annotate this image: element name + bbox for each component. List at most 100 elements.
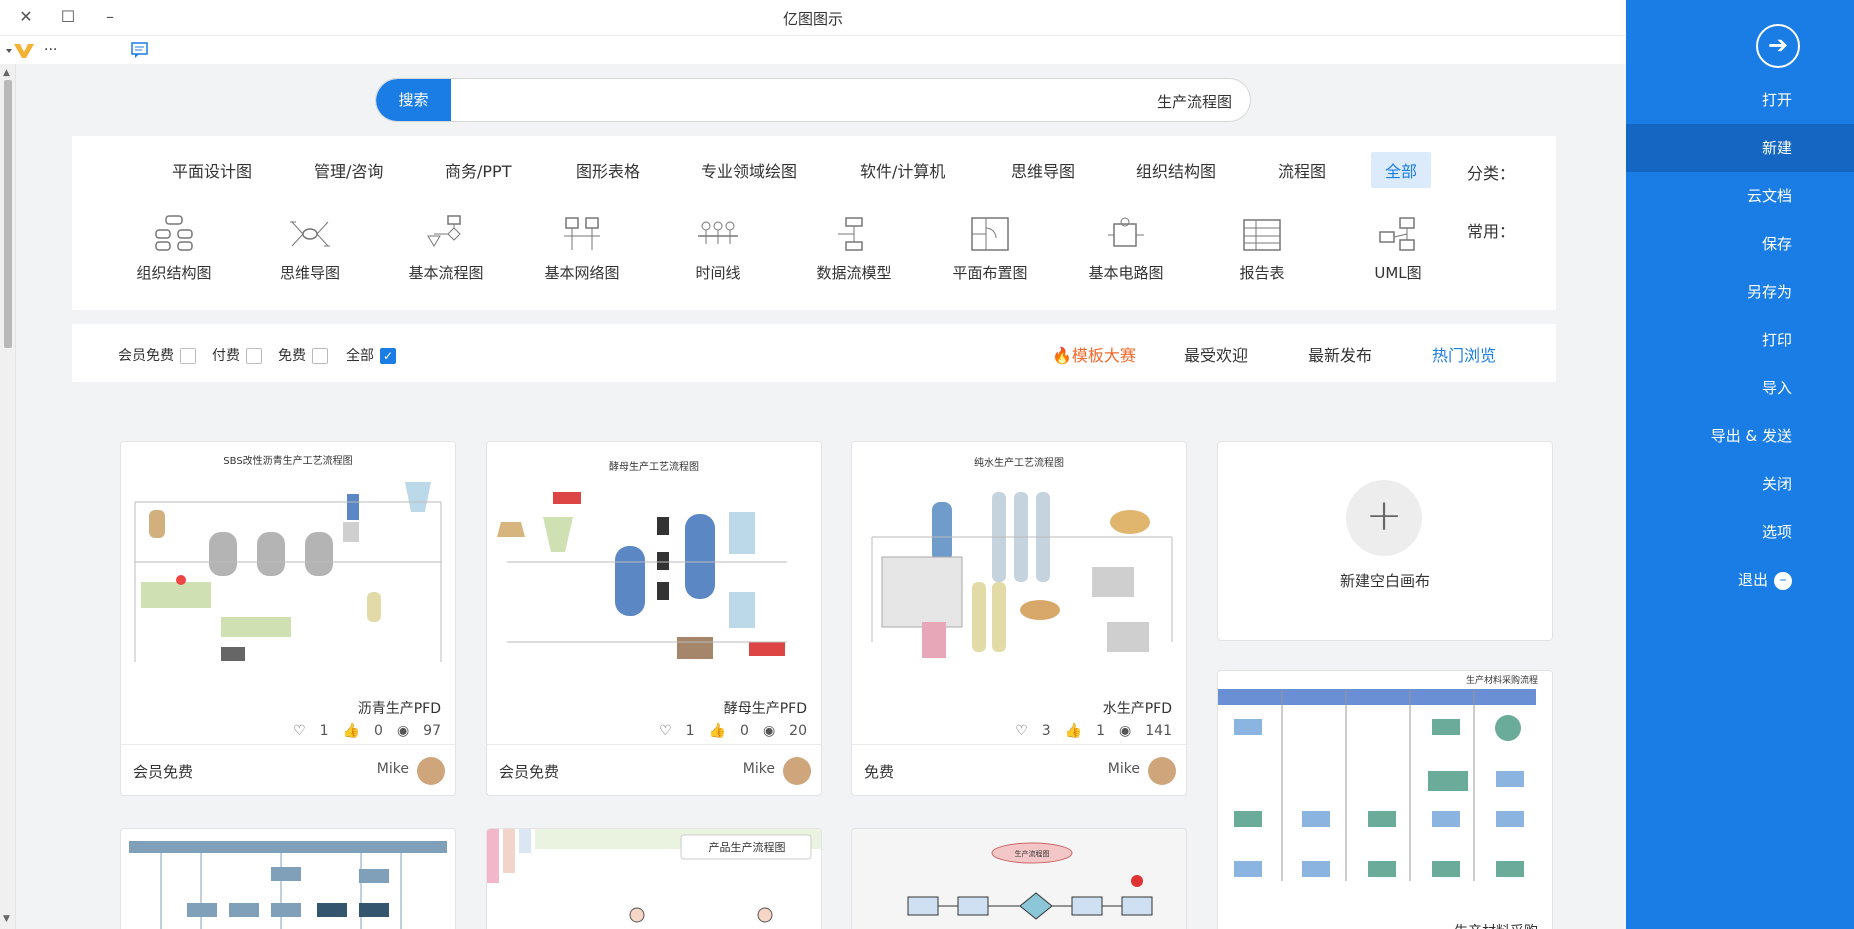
common-timeline[interactable]: 时间线 [670, 214, 766, 283]
like-icon: 👍 [1064, 723, 1083, 739]
common-uml[interactable]: UML图 [1350, 214, 1446, 283]
common-floorplan[interactable]: 平面布置图 [942, 214, 1038, 283]
checkbox-member-free[interactable]: 会员免费 [118, 345, 196, 365]
search-box[interactable]: 搜索 生产流程图 [375, 78, 1251, 122]
category-flowchart[interactable]: 流程图 [1278, 158, 1326, 182]
plus-icon[interactable]: + [1346, 480, 1422, 556]
checkbox-free[interactable]: 免费 [278, 345, 328, 365]
category-professional[interactable]: 专业领域绘图 [701, 158, 797, 182]
sidebar-item-close[interactable]: 关闭 [1626, 460, 1854, 508]
view-icon: ◉ [396, 723, 410, 739]
template-title: 酵母生产PFD [723, 701, 807, 717]
checkbox-all-label: 全部 [346, 348, 374, 364]
like-count: 0 [374, 723, 383, 739]
common-label-dataflow: 数据流模型 [816, 264, 892, 282]
scroll-down-icon[interactable]: ▼ [3, 914, 10, 924]
window-title: 亿图图示 [782, 10, 843, 28]
network-icon [564, 217, 600, 250]
category-mindmap[interactable]: 思维导图 [1011, 158, 1075, 182]
avatar[interactable] [417, 757, 445, 785]
sidebar-item-open[interactable]: 打开 [1626, 76, 1854, 124]
new-blank-canvas-card[interactable]: + 新建空白画布 [1217, 441, 1553, 641]
author-name[interactable]: Mike [377, 761, 409, 777]
common-label-basic-flow: 基本流程图 [408, 264, 484, 282]
common-mindmap[interactable]: 思维导图 [262, 214, 358, 283]
author-name[interactable]: Mike [1108, 761, 1140, 777]
report-table-icon [1243, 219, 1281, 251]
exit-icon: – [1774, 571, 1792, 590]
template-stats: ♡ 3 👍 1 ◉ 141 [1001, 723, 1172, 739]
floorplan-icon [971, 217, 1009, 251]
category-graphic-table[interactable]: 图形表格 [576, 158, 640, 182]
tab-contest[interactable]: 🔥模板大赛 [1052, 342, 1136, 366]
avatar[interactable] [1148, 757, 1176, 785]
author-name[interactable]: Mike [743, 761, 775, 777]
template-card-bottom-2[interactable]: 产品生产流程图 [486, 828, 822, 929]
common-label-timeline: 时间线 [695, 264, 741, 282]
more-icon[interactable]: ... [44, 38, 57, 54]
sidebar-item-export[interactable]: 导出 & 发送 [1626, 412, 1854, 460]
sidebar-item-cloud[interactable]: 云文档 [1626, 172, 1854, 220]
checkbox-paid[interactable]: 付费 [212, 345, 262, 365]
like-count: 1 [1096, 723, 1106, 739]
basic-flow-icon [427, 215, 461, 247]
view-count: 20 [789, 723, 807, 739]
scroll-up-icon[interactable]: ▲ [3, 68, 10, 78]
sidebar-item-new[interactable]: 新建 [1626, 124, 1854, 172]
comment-count: 1 [319, 723, 329, 739]
quick-toolbar: ... [0, 36, 1626, 64]
category-org-chart[interactable]: 组织结构图 [1136, 158, 1216, 182]
checkbox-all[interactable]: 全部 ✓ [346, 345, 396, 365]
category-software[interactable]: 软件/计算机 [860, 158, 945, 182]
feedback-icon[interactable] [130, 40, 150, 60]
tab-popular[interactable]: 最受欢迎 [1184, 342, 1248, 366]
avatar[interactable] [783, 757, 811, 785]
thumb-title: 产品生产流程图 [709, 840, 786, 854]
sidebar-item-import[interactable]: 导入 [1626, 364, 1854, 412]
category-floorplan[interactable]: 平面设计图 [172, 158, 252, 182]
template-thumbnail: 生产流程图 [907, 842, 1153, 920]
sidebar-item-exit[interactable]: 退出 – [1626, 556, 1854, 604]
back-arrow-icon[interactable]: ➔ [1756, 24, 1800, 68]
sidebar-item-print[interactable]: 打印 [1626, 316, 1854, 364]
template-card-procurement[interactable]: 生产材料采购流程 生产材料采购 [1217, 670, 1553, 929]
checkbox-free-box[interactable] [312, 348, 328, 364]
vip-crown-icon[interactable] [4, 40, 44, 60]
comment-count: 3 [1041, 723, 1051, 739]
exit-label: 退出 [1737, 571, 1768, 589]
common-org-chart[interactable]: 组织结构图 [126, 214, 222, 283]
common-basic-flow[interactable]: 基本流程图 [398, 214, 494, 283]
scrollbar[interactable]: ▲ ▼ [0, 64, 16, 929]
mindmap-icon [290, 221, 330, 247]
scroll-thumb[interactable] [4, 80, 12, 348]
sidebar-item-options[interactable]: 选项 [1626, 508, 1854, 556]
thumb-title: 酵母生产工艺流程图 [609, 460, 699, 473]
template-card-asphalt[interactable]: SBS改性沥青生产工艺流程图 沥青生产PFD ♡ 1 👍 0 ◉ 97 会员免费 Mike [120, 441, 456, 796]
template-card-water[interactable]: 纯水生产工艺流程图 水生产PFD ♡ 3 👍 1 ◉ 141 免费 Mike [851, 441, 1187, 796]
template-card-bottom-1[interactable] [120, 828, 456, 929]
category-label: 分类： [1467, 164, 1516, 183]
check-icon[interactable]: ✓ [380, 348, 396, 364]
category-management[interactable]: 管理/咨询 [314, 158, 383, 182]
common-dataflow[interactable]: 数据流模型 [806, 214, 902, 283]
checkbox-paid-box[interactable] [246, 348, 262, 364]
comment-icon: ♡ [1015, 723, 1028, 739]
timeline-icon [698, 221, 738, 244]
template-stats: ♡ 1 👍 0 ◉ 20 [645, 723, 807, 739]
search-input[interactable]: 生产流程图 [1157, 91, 1232, 112]
common-report[interactable]: 报告表 [1214, 214, 1310, 283]
checkbox-member-free-label: 会员免费 [118, 348, 174, 364]
category-all[interactable]: 全部 [1371, 152, 1432, 188]
template-card-bottom-3[interactable]: 生产流程图 [851, 828, 1187, 929]
common-circuit[interactable]: 基本电路图 [1078, 214, 1174, 283]
common-network[interactable]: 基本网络图 [534, 214, 630, 283]
tab-latest[interactable]: 最新发布 [1308, 342, 1372, 366]
tab-hot[interactable]: 热门浏览 [1432, 342, 1496, 366]
common-label-uml: UML图 [1374, 264, 1422, 282]
checkbox-member-free-box[interactable] [180, 348, 196, 364]
sidebar-item-save-as[interactable]: 另存为 [1626, 268, 1854, 316]
category-business[interactable]: 商务/PPT [445, 158, 511, 182]
template-card-yeast[interactable]: 酵母生产工艺流程图 酵母生产PFD ♡ 1 👍 0 ◉ 20 会员免费 Mike [486, 441, 822, 796]
sidebar-item-save[interactable]: 保存 [1626, 220, 1854, 268]
search-button[interactable]: 搜索 [376, 79, 451, 121]
